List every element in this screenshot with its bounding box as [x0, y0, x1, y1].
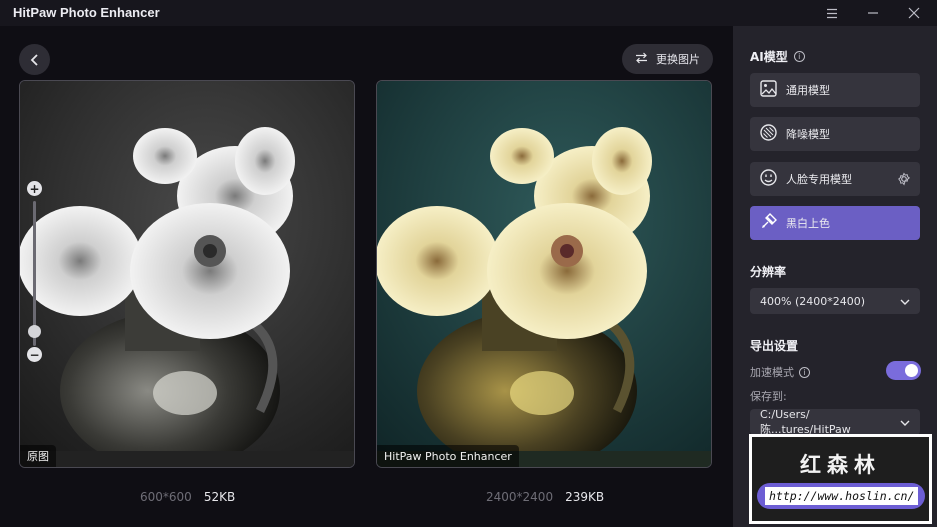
gear-icon[interactable]: [897, 172, 911, 189]
model-label: 人脸专用模型: [786, 173, 852, 186]
watermark-url-pill: http://www.hoslin.cn/: [757, 483, 925, 509]
enhanced-size: 239KB: [565, 490, 605, 504]
model-label: 黑白上色: [786, 217, 830, 230]
accel-mode-row: 加速模式 i: [750, 364, 810, 380]
info-icon[interactable]: i: [799, 366, 810, 378]
original-resolution: 600*600: [140, 490, 192, 504]
zoom-out-icon[interactable]: −: [27, 347, 42, 362]
watermark-url: http://www.hoslin.cn/: [765, 487, 919, 505]
title-bar: HitPaw Photo Enhancer: [0, 0, 937, 26]
model-button-denoise[interactable]: 降噪模型: [750, 117, 920, 151]
save-path-dropdown[interactable]: C:/Users/陈...tures/HitPaw: [750, 407, 920, 436]
model-button-face[interactable]: 人脸专用模型: [750, 162, 920, 196]
original-image-panel: 原图: [19, 80, 355, 468]
menu-icon[interactable]: [821, 3, 843, 23]
enhanced-image-panel: HitPaw Photo Enhancer: [376, 80, 712, 468]
original-photo: [20, 81, 354, 467]
model-label: 通用模型: [786, 84, 830, 97]
watermark: 红森林 http://www.hoslin.cn/: [749, 434, 932, 524]
replace-image-button[interactable]: 更换图片: [622, 44, 713, 74]
enhanced-label: HitPaw Photo Enhancer: [377, 445, 519, 467]
zoom-thumb[interactable]: [28, 325, 41, 338]
accel-mode-label: 加速模式: [750, 366, 794, 379]
toggle-knob: [905, 364, 918, 377]
original-label: 原图: [20, 445, 56, 467]
ai-model-title: AI模型 i: [750, 48, 805, 65]
chevron-down-icon: [900, 416, 910, 429]
zoom-in-icon[interactable]: +: [27, 181, 42, 196]
face-icon: [760, 169, 777, 189]
accel-mode-toggle[interactable]: [886, 361, 921, 380]
resolution-dropdown[interactable]: 400% (2400*2400): [750, 288, 920, 314]
enhanced-info: 2400*2400 239KB: [486, 490, 604, 504]
original-size: 52KB: [203, 490, 236, 504]
denoise-icon: [760, 124, 777, 144]
enhanced-resolution: 2400*2400: [486, 490, 554, 504]
app-title: HitPaw Photo Enhancer: [13, 5, 160, 20]
resolution-value: 400% (2400*2400): [760, 294, 866, 308]
zoom-slider[interactable]: + −: [25, 181, 45, 366]
resolution-title: 分辨率: [750, 265, 787, 279]
colorize-icon: [760, 213, 777, 233]
model-label: 降噪模型: [786, 128, 830, 141]
export-settings-title: 导出设置: [750, 339, 799, 353]
watermark-title: 红森林: [800, 452, 881, 477]
save-to-label: 保存到:: [750, 390, 787, 403]
chevron-down-icon: [900, 295, 910, 308]
image-icon: [760, 80, 777, 100]
original-info: 600*600 52KB: [140, 490, 235, 504]
info-icon[interactable]: i: [793, 51, 805, 62]
minimize-button[interactable]: [862, 3, 884, 23]
model-button-general[interactable]: 通用模型: [750, 73, 920, 107]
replace-image-label: 更换图片: [656, 53, 700, 66]
model-button-colorize[interactable]: 黑白上色: [750, 206, 920, 240]
back-button[interactable]: [19, 44, 50, 75]
enhanced-photo: [377, 81, 711, 467]
save-path-value: C:/Users/陈...tures/HitPaw: [760, 407, 851, 436]
swap-icon: [635, 52, 648, 67]
close-button[interactable]: [903, 3, 925, 23]
